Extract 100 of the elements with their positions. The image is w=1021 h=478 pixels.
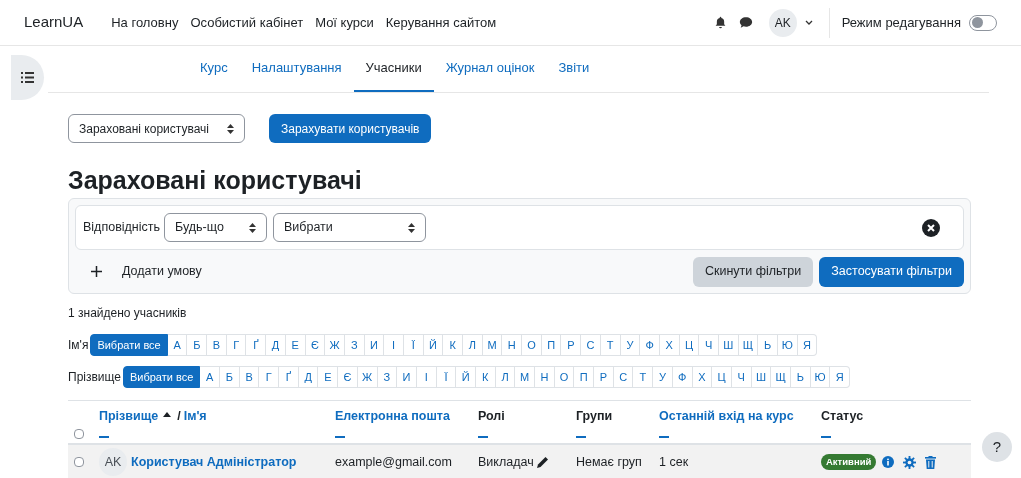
letter-link[interactable]: П (574, 366, 595, 388)
select-all-link[interactable]: Вибрати все (122, 366, 201, 388)
row-checkbox[interactable] (74, 457, 84, 467)
letter-link[interactable]: Ї (436, 366, 457, 388)
letter-link[interactable]: Ш (751, 366, 772, 388)
letter-link[interactable]: Т (633, 366, 654, 388)
collapse-icon[interactable] (478, 435, 488, 438)
letter-link[interactable]: Х (659, 334, 680, 356)
bell-icon[interactable] (713, 16, 727, 29)
letter-link[interactable]: Є (305, 334, 326, 356)
letter-link[interactable]: Г (226, 334, 247, 356)
nav-link[interactable]: Особистий кабінет (190, 12, 304, 33)
letter-link[interactable]: Т (600, 334, 621, 356)
letter-link[interactable]: Й (423, 334, 444, 356)
letter-link[interactable]: Ж (325, 334, 345, 356)
user-name-link[interactable]: Користувач Адміністратор (131, 452, 297, 472)
collapse-icon[interactable] (821, 435, 831, 438)
letter-link[interactable]: К (475, 366, 496, 388)
pencil-icon[interactable] (536, 456, 549, 468)
drawer-toggle-button[interactable] (11, 55, 44, 100)
letter-link[interactable]: Й (456, 366, 476, 388)
match-select[interactable]: Будь-що (164, 213, 267, 242)
letter-link[interactable]: І (384, 334, 404, 356)
letter-link[interactable]: Ь (758, 334, 779, 356)
letter-link[interactable]: И (397, 366, 417, 388)
user-avatar[interactable]: AK (768, 8, 797, 37)
letter-link[interactable]: Ф (672, 366, 693, 388)
letter-link[interactable]: Б (187, 334, 208, 356)
collapse-icon[interactable] (99, 435, 109, 438)
column-header-link[interactable]: Останній вхід на курс (659, 407, 794, 426)
letter-link[interactable]: О (522, 334, 542, 356)
letter-link[interactable]: Я (797, 334, 818, 356)
letter-link[interactable]: Х (692, 366, 713, 388)
letter-link[interactable]: Б (220, 366, 240, 388)
letter-link[interactable]: І (416, 366, 437, 388)
settings-icon[interactable] (903, 455, 917, 469)
letter-link[interactable]: Ї (404, 334, 424, 356)
letter-link[interactable]: Л (463, 334, 483, 356)
info-icon[interactable] (882, 456, 895, 468)
letter-link[interactable]: Ю (810, 366, 831, 388)
letter-link[interactable]: Ю (778, 334, 798, 356)
site-brand[interactable]: LearnUA (24, 11, 84, 34)
letter-link[interactable]: Ґ (279, 366, 299, 388)
letter-link[interactable]: Е (285, 334, 306, 356)
collapse-icon[interactable] (576, 435, 586, 438)
help-button[interactable]: ? (982, 432, 1012, 462)
letter-link[interactable]: Щ (771, 366, 791, 388)
letter-link[interactable]: З (344, 334, 365, 356)
letter-link[interactable]: И (364, 334, 385, 356)
letter-link[interactable]: П (541, 334, 562, 356)
apply-filters-button[interactable]: Застосувати фільтри (819, 256, 964, 287)
enrol-users-button[interactable]: Зарахувати користувачів (269, 114, 432, 143)
letter-link[interactable]: К (443, 334, 464, 356)
letter-link[interactable]: Д (266, 334, 286, 356)
nav-tab[interactable]: Звіти (546, 46, 602, 92)
collapse-icon[interactable] (659, 435, 669, 438)
letter-link[interactable]: Ь (790, 366, 811, 388)
column-header-link[interactable]: Електронна пошта (335, 407, 450, 426)
edit-mode-switch[interactable] (969, 14, 997, 31)
letter-link[interactable]: Р (561, 334, 582, 356)
letter-link[interactable]: Е (318, 366, 339, 388)
caret-icon[interactable] (804, 19, 813, 26)
letter-link[interactable]: Л (495, 366, 516, 388)
letter-link[interactable]: Г (259, 366, 280, 388)
nav-link[interactable]: Мої курси (315, 12, 374, 33)
letter-link[interactable]: С (613, 366, 634, 388)
letter-link[interactable]: Р (594, 366, 614, 388)
letter-link[interactable]: А (167, 334, 188, 356)
letter-link[interactable]: Ц (712, 366, 732, 388)
chat-icon[interactable] (738, 16, 753, 29)
filter-type-select[interactable]: Вибрати (273, 213, 426, 242)
letter-link[interactable]: В (207, 334, 227, 356)
letter-link[interactable]: Ґ (246, 334, 267, 356)
nav-link[interactable]: На головну (111, 12, 179, 33)
letter-link[interactable]: Я (830, 366, 850, 388)
letter-link[interactable]: В (239, 366, 260, 388)
letter-link[interactable]: А (200, 366, 220, 388)
letter-link[interactable]: Н (535, 366, 555, 388)
nav-tab[interactable]: Журнал оцінок (433, 46, 547, 92)
letter-link[interactable]: Ч (699, 334, 719, 356)
add-condition-link[interactable]: Додати умову (122, 262, 202, 281)
plus-icon[interactable] (91, 266, 102, 277)
letter-link[interactable]: У (653, 366, 673, 388)
letter-link[interactable]: М (515, 366, 535, 388)
page-select[interactable]: Зараховані користувачі (68, 114, 245, 143)
letter-link[interactable]: Щ (738, 334, 759, 356)
letter-link[interactable]: Ц (679, 334, 700, 356)
select-all-checkbox[interactable] (74, 429, 84, 439)
letter-link[interactable]: Ш (719, 334, 739, 356)
reset-filters-button[interactable]: Скинути фільтри (692, 256, 814, 287)
letter-link[interactable]: М (482, 334, 503, 356)
letter-link[interactable]: Ж (357, 366, 378, 388)
column-header-link[interactable]: Ім'я (183, 407, 207, 426)
trash-icon[interactable] (925, 455, 937, 469)
select-all-link[interactable]: Вибрати все (90, 334, 168, 356)
collapse-icon[interactable] (335, 435, 345, 438)
letter-link[interactable]: Ф (640, 334, 660, 356)
nav-tab[interactable]: Налаштування (239, 46, 354, 92)
letter-link[interactable]: О (554, 366, 575, 388)
letter-link[interactable]: С (581, 334, 601, 356)
